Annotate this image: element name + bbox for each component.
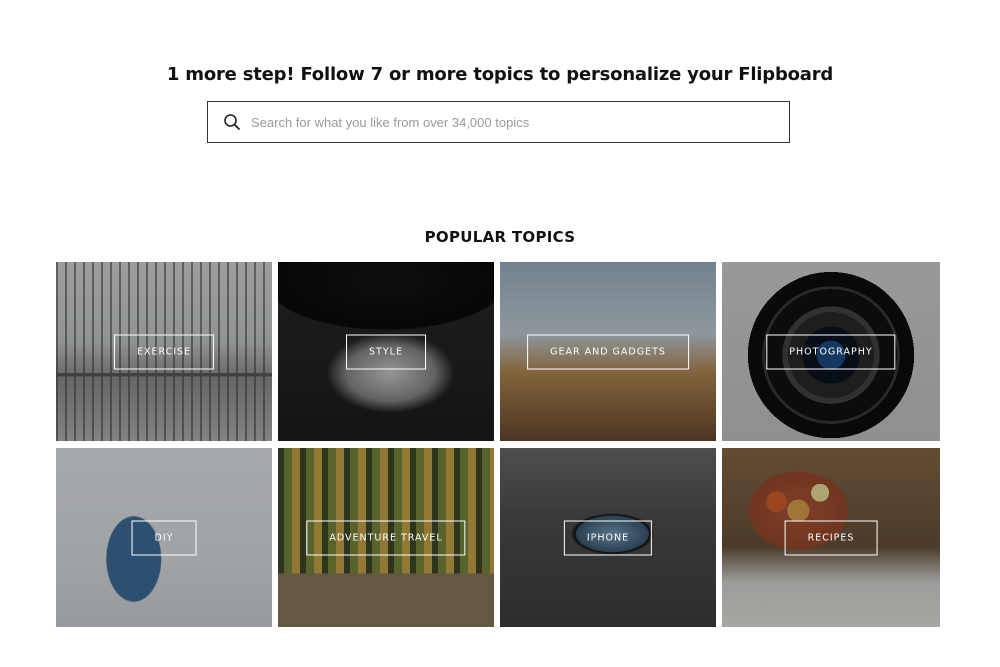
topic-label: ADVENTURE TRAVEL <box>306 520 466 555</box>
topic-label: EXERCISE <box>113 334 215 369</box>
topics-grid: EXERCISE STYLE GEAR AND GADGETS PHOTOGRA… <box>56 262 940 628</box>
topic-label: STYLE <box>346 334 426 369</box>
topic-tile-photography[interactable]: PHOTOGRAPHY <box>722 262 940 441</box>
topic-tile-style[interactable]: STYLE <box>278 262 494 441</box>
topic-label: PHOTOGRAPHY <box>766 334 896 369</box>
topic-label: IPHONE <box>563 520 653 555</box>
topic-tile-diy[interactable]: DIY <box>56 448 272 627</box>
search-input[interactable] <box>251 104 789 140</box>
search-box[interactable] <box>207 101 790 143</box>
topic-tile-iphone[interactable]: IPHONE <box>500 448 716 627</box>
topic-label: RECIPES <box>784 520 878 555</box>
page-headline: 1 more step! Follow 7 or more topics to … <box>166 64 834 85</box>
popular-topics-title: POPULAR TOPICS <box>424 228 576 246</box>
topic-tile-recipes[interactable]: RECIPES <box>722 448 940 627</box>
topic-tile-adventure-travel[interactable]: ADVENTURE TRAVEL <box>278 448 494 627</box>
topic-label: GEAR AND GADGETS <box>527 334 689 369</box>
topic-tile-exercise[interactable]: EXERCISE <box>56 262 272 441</box>
search-icon <box>223 113 241 131</box>
topic-tile-gear-and-gadgets[interactable]: GEAR AND GADGETS <box>500 262 716 441</box>
topic-label: DIY <box>131 520 197 555</box>
